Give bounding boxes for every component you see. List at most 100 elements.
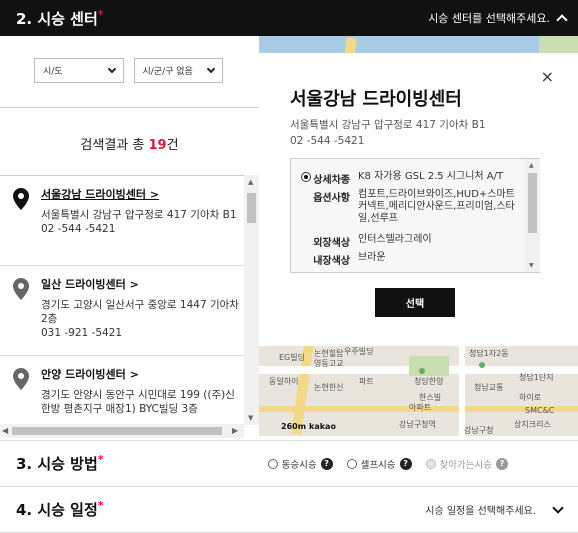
scroll-up-arrow-icon[interactable]: ▲ <box>529 162 534 169</box>
help-icon[interactable]: ? <box>399 457 412 470</box>
list-item[interactable]: 안양 드라이빙센터 > 경기도 안양시 동안구 시민대로 199 ((주)신한방… <box>0 356 259 425</box>
district-select-value: 시/군/구 없음 <box>142 67 193 77</box>
center-list[interactable]: 서울강남 드라이빙센터 > 서울특별시 강남구 압구정로 417 기아차 B1 … <box>0 175 259 425</box>
map-label: 강남구청 <box>464 426 494 435</box>
section-title: 4. 시승 일정* <box>16 499 104 520</box>
map-label: 강남구청역 <box>399 420 436 429</box>
chevron-down-icon <box>206 64 216 74</box>
chevron-down-icon[interactable] <box>552 501 564 514</box>
scroll-left-arrow-icon[interactable]: ◀ <box>2 426 8 435</box>
section-title: 2. 시승 센터* <box>16 8 104 29</box>
scrollbar-thumb[interactable] <box>247 193 256 223</box>
scrollbar-thumb[interactable] <box>12 427 222 435</box>
map-poi-icon <box>479 362 485 368</box>
spec-row-interior: 내장색상 브라운 <box>301 252 518 267</box>
vehicle-info-box[interactable]: 상세차종 K8 자가용 GSL 2.5 시그니처 A/T 옵션사항 컴포트,드라… <box>290 158 540 273</box>
divider <box>0 107 259 108</box>
map-label: 영동고교 <box>314 359 344 368</box>
option-label: 찾아가는시승 <box>439 459 492 471</box>
method-option-ride-along[interactable]: 동승시승 ? <box>267 457 333 471</box>
map-scale: 260m <box>281 422 307 431</box>
help-icon[interactable]: ? <box>320 457 333 470</box>
map-label: 논현한신 <box>314 383 344 392</box>
radio-button[interactable] <box>346 458 357 469</box>
result-count-suffix: 건 <box>166 138 179 153</box>
map-park <box>409 356 449 376</box>
scrollbar-thumb[interactable] <box>528 173 537 233</box>
center-address: 경기도 고양시 일산서구 중앙로 1447 기아차 2층 <box>41 299 239 325</box>
map-park <box>539 36 578 54</box>
map-label: 하이로 <box>519 393 542 402</box>
section-title: 3. 시승 방법* <box>16 453 104 474</box>
spec-value: 인터스텔라그레이 <box>358 234 432 245</box>
header-prompt: 시승 센터를 선택해주세요. <box>428 12 550 25</box>
center-search-panel: 시/도 시/군/구 없음 검색결과 총 19건 서울강남 드라이빙센터 > 서울… <box>0 36 259 438</box>
radio-button[interactable] <box>267 458 278 469</box>
section-header-center[interactable]: 2. 시승 센터* 시승 센터를 선택해주세요. <box>0 0 578 36</box>
kakao-logo: kakao <box>309 422 336 431</box>
spec-row-exterior: 외장색상 인터스텔라그레이 <box>301 234 518 249</box>
location-pin-icon <box>13 368 29 390</box>
map-road <box>459 336 465 436</box>
scroll-down-arrow-icon[interactable]: ▼ <box>248 414 253 422</box>
chevron-down-icon <box>107 64 116 74</box>
center-name-link[interactable]: 서울강남 드라이빙센터 > <box>41 186 239 202</box>
center-detail-popup: × 서울강남 드라이빙센터 서울특별시 강남구 압구정로 417 기아차 B1 … <box>259 53 578 346</box>
method-options: 동승시승 ? 셀프시승 ? 찾아가는시승 ? <box>267 457 508 471</box>
required-mark: * <box>97 7 104 21</box>
list-item[interactable]: 서울강남 드라이빙센터 > 서울특별시 강남구 압구정로 417 기아차 B1 … <box>0 176 259 266</box>
option-label: 동승시승 <box>281 459 317 471</box>
map-label: 아파트 <box>409 403 432 412</box>
region-select-value: 시/도 <box>43 67 63 77</box>
scroll-down-arrow-icon[interactable]: ▼ <box>529 262 534 269</box>
list-horizontal-scrollbar[interactable]: ◀ ▶ <box>0 424 244 438</box>
section-schedule[interactable]: 4. 시승 일정* 시승 일정을 선택해주세요. <box>0 486 578 533</box>
spec-label: 내장색상 <box>313 256 350 267</box>
popup-center-name: 서울강남 드라이빙센터 <box>290 89 462 110</box>
section-title-text: 3. 시승 방법 <box>16 455 98 473</box>
center-address: 경기도 안양시 동안구 시민대로 199 ((주)신한방 평촌지구 매장1) B… <box>41 389 235 415</box>
required-mark: * <box>97 453 104 466</box>
header-right[interactable]: 시승 센터를 선택해주세요. <box>428 10 568 26</box>
required-mark: * <box>97 499 104 512</box>
section-title-text: 2. 시승 센터 <box>16 9 98 28</box>
popup-address-block: 서울특별시 강남구 압구정로 417 기아차 B1 02 -544 -5421 <box>290 117 486 149</box>
chevron-up-icon[interactable] <box>556 14 568 26</box>
spec-value: 브라운 <box>358 252 386 263</box>
spec-row-options: 옵션사항 컴포트,드라이브와이즈,HUD+스마트커넥트,메리디안사운드,프리미엄… <box>301 189 518 225</box>
spec-label: 상세차종 <box>313 175 350 186</box>
select-button[interactable]: 선택 <box>375 288 455 317</box>
map-label: 청남교통 <box>474 383 504 392</box>
region-select[interactable]: 시/도 <box>34 58 124 83</box>
district-select[interactable]: 시/군/구 없음 <box>133 58 223 83</box>
map-label: EG빌딩 <box>279 353 305 362</box>
spec-label: 옵션사항 <box>313 193 350 204</box>
result-count-prefix: 검색결과 총 <box>80 138 149 153</box>
schedule-right[interactable]: 시승 일정을 선택해주세요. <box>425 501 564 517</box>
spec-label: 외장색상 <box>313 238 350 249</box>
result-count-number: 19 <box>148 138 167 153</box>
center-name-link[interactable]: 안양 드라이빙센터 > <box>41 366 239 382</box>
help-icon[interactable]: ? <box>496 457 508 470</box>
section-title-text: 4. 시승 일정 <box>16 501 98 519</box>
list-vertical-scrollbar[interactable]: ▲ ▼ <box>244 175 259 425</box>
list-item[interactable]: 일산 드라이빙센터 > 경기도 고양시 일산서구 중앙로 1447 기아차 2층… <box>0 266 259 356</box>
center-phone: 02 -544 -5421 <box>41 223 116 235</box>
result-count: 검색결과 총 19건 <box>0 134 259 153</box>
spec-value: K8 자가용 GSL 2.5 시그니처 A/T <box>358 171 504 182</box>
center-name-link[interactable]: 일산 드라이빙센터 > <box>41 276 239 292</box>
map-label: 상지크리스 <box>514 420 551 429</box>
scroll-right-arrow-icon[interactable]: ▶ <box>232 426 238 435</box>
map-label: 우주빌딩 <box>344 347 374 356</box>
schedule-prompt: 시승 일정을 선택해주세요. <box>425 506 536 517</box>
info-box-scrollbar[interactable]: ▲ ▼ <box>525 159 540 272</box>
scroll-up-arrow-icon[interactable]: ▲ <box>248 178 253 186</box>
map-label: 동일하이 <box>269 377 299 386</box>
popup-address: 서울특별시 강남구 압구정로 417 기아차 B1 <box>290 119 486 131</box>
map-label: SMC&C <box>525 406 555 415</box>
option-label: 셀프시승 <box>360 459 396 471</box>
center-phone: 031 -921 -5421 <box>41 327 123 339</box>
spec-value: 컴포트,드라이브와이즈,HUD+스마트커넥트,메리디안사운드,프리미엄,스타일,… <box>358 189 515 224</box>
method-option-self[interactable]: 셀프시승 ? <box>346 457 412 471</box>
close-icon[interactable]: × <box>541 67 554 86</box>
